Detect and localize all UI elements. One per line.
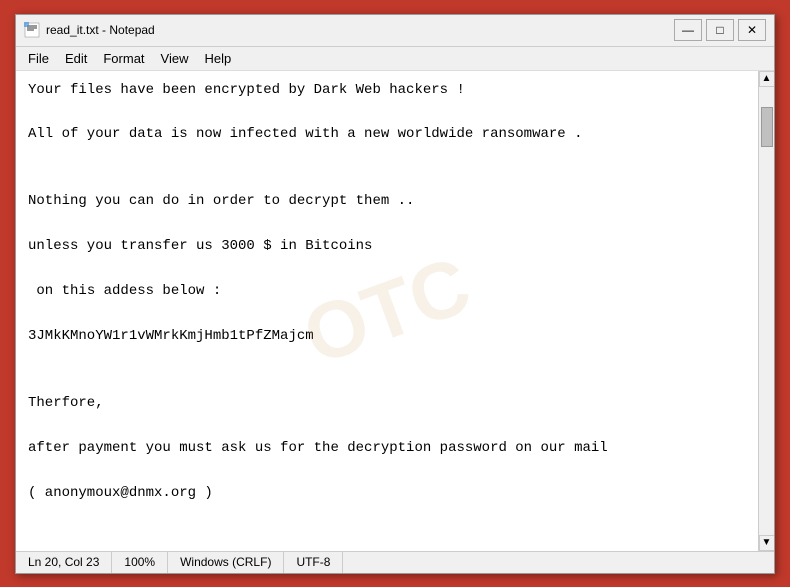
cursor-position: Ln 20, Col 23 bbox=[16, 552, 112, 573]
maximize-button[interactable]: □ bbox=[706, 19, 734, 41]
scroll-up-arrow[interactable]: ▲ bbox=[759, 71, 775, 87]
file-content: Your files have been encrypted by Dark W… bbox=[28, 79, 746, 504]
menu-edit[interactable]: Edit bbox=[57, 49, 95, 68]
menu-help[interactable]: Help bbox=[196, 49, 239, 68]
menu-format[interactable]: Format bbox=[95, 49, 152, 68]
window-controls: — □ ✕ bbox=[674, 19, 766, 41]
encoding: UTF-8 bbox=[284, 552, 343, 573]
close-button[interactable]: ✕ bbox=[738, 19, 766, 41]
scroll-thumb[interactable] bbox=[761, 107, 773, 147]
zoom-level: 100% bbox=[112, 552, 168, 573]
content-wrapper: OTC Your files have been encrypted by Da… bbox=[16, 71, 774, 551]
window-title: read_it.txt - Notepad bbox=[46, 23, 674, 37]
text-area[interactable]: OTC Your files have been encrypted by Da… bbox=[16, 71, 758, 551]
notepad-window: read_it.txt - Notepad — □ ✕ File Edit Fo… bbox=[15, 14, 775, 574]
app-icon bbox=[24, 22, 40, 38]
scroll-down-arrow[interactable]: ▼ bbox=[759, 535, 775, 551]
scrollbar-vertical[interactable]: ▲ ▼ bbox=[758, 71, 774, 551]
minimize-button[interactable]: — bbox=[674, 19, 702, 41]
menu-file[interactable]: File bbox=[20, 49, 57, 68]
title-bar: read_it.txt - Notepad — □ ✕ bbox=[16, 15, 774, 47]
status-bar: Ln 20, Col 23 100% Windows (CRLF) UTF-8 bbox=[16, 551, 774, 573]
menu-bar: File Edit Format View Help bbox=[16, 47, 774, 71]
menu-view[interactable]: View bbox=[153, 49, 197, 68]
line-ending: Windows (CRLF) bbox=[168, 552, 284, 573]
